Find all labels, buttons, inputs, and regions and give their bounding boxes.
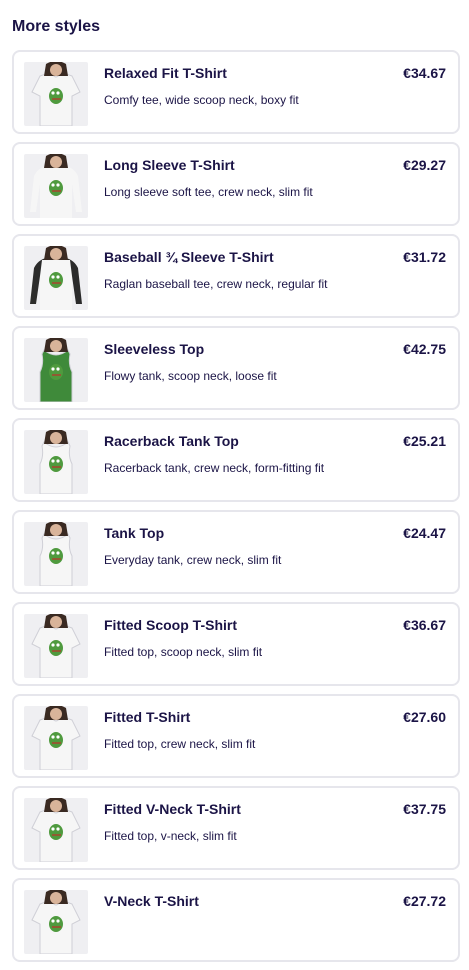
product-thumbnail[interactable] xyxy=(24,62,88,126)
product-price: €27.72 xyxy=(403,893,446,909)
product-thumbnail[interactable] xyxy=(24,154,88,218)
product-price: €31.72 xyxy=(403,249,446,265)
styles-list: Relaxed Fit T-Shirt €34.67 Comfy tee, wi… xyxy=(12,50,460,970)
product-price: €37.75 xyxy=(403,801,446,817)
product-title[interactable]: Fitted T-Shirt xyxy=(104,709,190,725)
product-title[interactable]: Baseball ¾ Sleeve T-Shirt xyxy=(104,249,274,265)
product-title[interactable]: Fitted V-Neck T-Shirt xyxy=(104,801,241,817)
product-description: Raglan baseball tee, crew neck, regular … xyxy=(104,277,328,291)
product-title[interactable]: Long Sleeve T-Shirt xyxy=(104,157,235,173)
racerback-tank-thumbnail-icon xyxy=(39,430,73,494)
style-card[interactable]: Fitted T-Shirt €27.60 Fitted top, crew n… xyxy=(12,694,460,778)
product-title[interactable]: Sleeveless Top xyxy=(104,341,204,357)
style-card[interactable]: Fitted Scoop T-Shirt €36.67 Fitted top, … xyxy=(12,602,460,686)
style-card[interactable]: Racerback Tank Top €25.21 Racerback tank… xyxy=(12,418,460,502)
long-sleeve-tshirt-thumbnail-icon xyxy=(30,154,82,218)
product-price: €27.60 xyxy=(403,709,446,725)
product-title[interactable]: Fitted Scoop T-Shirt xyxy=(104,617,237,633)
product-description: Long sleeve soft tee, crew neck, slim fi… xyxy=(104,185,313,199)
section-title: More styles xyxy=(12,18,101,35)
style-card[interactable]: Tank Top €24.47 Everyday tank, crew neck… xyxy=(12,510,460,594)
style-card[interactable]: Sleeveless Top €42.75 Flowy tank, scoop … xyxy=(12,326,460,410)
product-thumbnail[interactable] xyxy=(24,522,88,586)
product-title[interactable]: Racerback Tank Top xyxy=(104,433,239,449)
fitted-vneck-tshirt-thumbnail-icon xyxy=(31,798,81,862)
fitted-tshirt-thumbnail-icon xyxy=(31,706,81,770)
product-description: Everyday tank, crew neck, slim fit xyxy=(104,553,282,567)
style-card[interactable]: Baseball ¾ Sleeve T-Shirt €31.72 Raglan … xyxy=(12,234,460,318)
vneck-tshirt-thumbnail-icon xyxy=(31,890,81,954)
product-description: Fitted top, crew neck, slim fit xyxy=(104,737,256,751)
sleeveless-top-thumbnail-icon xyxy=(39,338,73,402)
style-card[interactable]: Long Sleeve T-Shirt €29.27 Long sleeve s… xyxy=(12,142,460,226)
product-description: Flowy tank, scoop neck, loose fit xyxy=(104,369,277,383)
product-thumbnail[interactable] xyxy=(24,798,88,862)
product-description: Racerback tank, crew neck, form-fitting … xyxy=(104,461,325,475)
product-title[interactable]: Relaxed Fit T-Shirt xyxy=(104,65,227,81)
style-card[interactable]: Fitted V-Neck T-Shirt €37.75 Fitted top,… xyxy=(12,786,460,870)
product-description: Fitted top, v-neck, slim fit xyxy=(104,829,237,843)
baseball-sleeve-tshirt-thumbnail-icon xyxy=(30,246,82,310)
product-price: €36.67 xyxy=(403,617,446,633)
product-thumbnail[interactable] xyxy=(24,706,88,770)
product-thumbnail[interactable] xyxy=(24,430,88,494)
relaxed-fit-tshirt-thumbnail-icon xyxy=(31,62,81,126)
product-title[interactable]: Tank Top xyxy=(104,525,164,541)
product-price: €24.47 xyxy=(403,525,446,541)
product-price: €42.75 xyxy=(403,341,446,357)
product-thumbnail[interactable] xyxy=(24,890,88,954)
style-card[interactable]: Relaxed Fit T-Shirt €34.67 Comfy tee, wi… xyxy=(12,50,460,134)
product-description: Comfy tee, wide scoop neck, boxy fit xyxy=(104,93,299,107)
style-card[interactable]: V-Neck T-Shirt €27.72 xyxy=(12,878,460,962)
product-description: Fitted top, scoop neck, slim fit xyxy=(104,645,263,659)
product-title[interactable]: V-Neck T-Shirt xyxy=(104,893,199,909)
product-thumbnail[interactable] xyxy=(24,338,88,402)
tank-top-thumbnail-icon xyxy=(39,522,73,586)
product-price: €25.21 xyxy=(403,433,446,449)
fitted-scoop-tshirt-thumbnail-icon xyxy=(31,614,81,678)
product-price: €34.67 xyxy=(403,65,446,81)
product-price: €29.27 xyxy=(403,157,446,173)
product-thumbnail[interactable] xyxy=(24,614,88,678)
product-thumbnail[interactable] xyxy=(24,246,88,310)
